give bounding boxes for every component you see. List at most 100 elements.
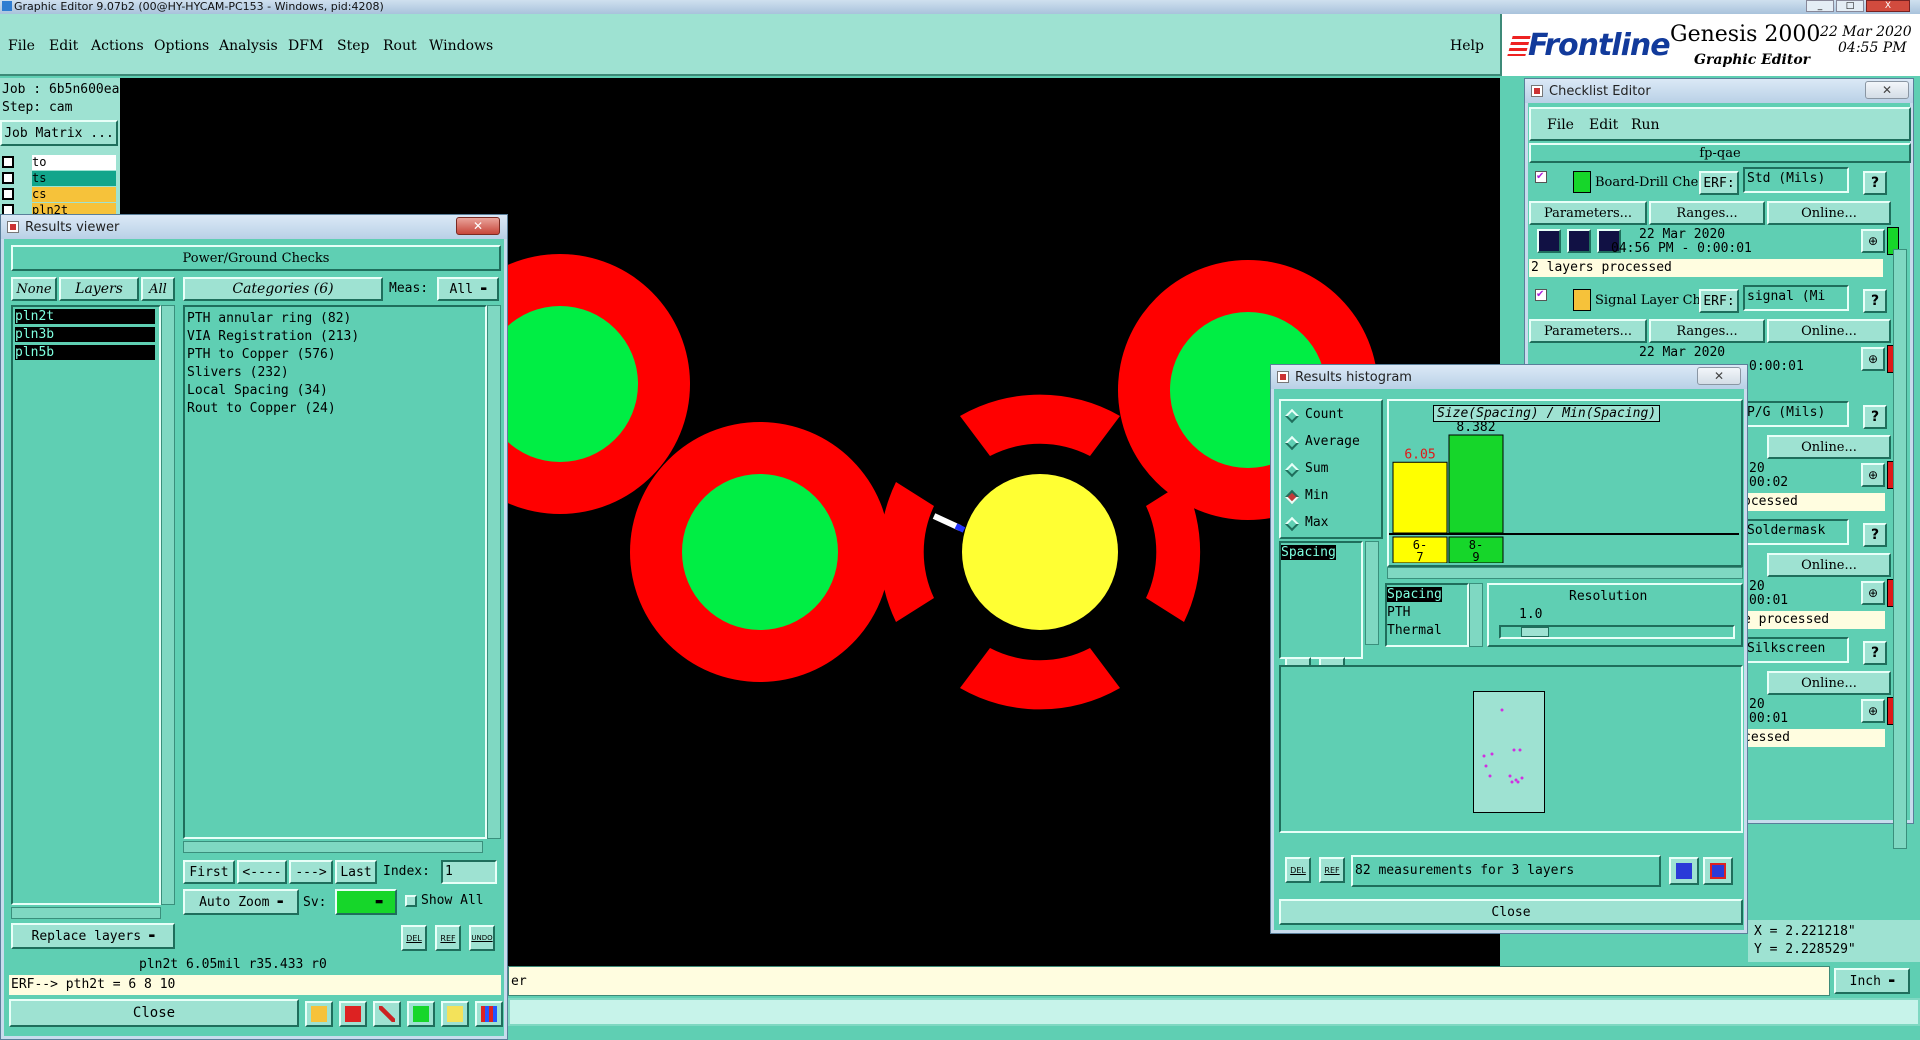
shortcut-icon-1[interactable]	[305, 1001, 333, 1027]
erf-button[interactable]: ERF:	[1699, 171, 1739, 195]
layer-checkbox[interactable]	[2, 172, 14, 184]
layers-label-button[interactable]: Layers	[59, 277, 139, 301]
menu-edit[interactable]: Edit	[49, 38, 78, 54]
mode-radio-count[interactable]: Count	[1284, 407, 1381, 427]
check-enabled-icon[interactable]: ✔	[1535, 289, 1547, 301]
menu-help[interactable]: Help	[1450, 38, 1484, 54]
category-item[interactable]: Local Spacing (34)	[187, 383, 328, 398]
help-button[interactable]: ?	[1863, 171, 1887, 195]
category-item[interactable]: PTH annular ring (82)	[187, 311, 351, 326]
results-viewer-close-icon[interactable]: ✕	[456, 217, 500, 235]
layer-item[interactable]: ts	[32, 171, 116, 186]
online-button[interactable]: Online...	[1767, 201, 1891, 225]
zoom-results-icon[interactable]: ⊕	[1861, 229, 1885, 253]
histogram-close-button[interactable]: Close	[1279, 899, 1743, 925]
layers-all-button[interactable]: All	[141, 277, 175, 301]
menu-analysis[interactable]: Analysis	[219, 38, 278, 54]
help-button[interactable]: ?	[1863, 289, 1887, 313]
check-enabled-icon[interactable]: ✔	[1535, 171, 1547, 183]
zoom-results-icon[interactable]: ⊕	[1861, 347, 1885, 371]
shortcut-icon-5[interactable]	[441, 1001, 469, 1027]
zoom-results-icon[interactable]: ⊕	[1861, 699, 1885, 723]
category-item[interactable]: Rout to Copper (24)	[187, 401, 336, 416]
online-button[interactable]: Online...	[1767, 671, 1891, 695]
type-item[interactable]: Thermal	[1387, 623, 1442, 638]
category-item[interactable]: Slivers (232)	[187, 365, 289, 380]
run-icon-2[interactable]	[1567, 229, 1591, 253]
type-item-selected[interactable]: Spacing	[1387, 587, 1442, 602]
layer-result-item[interactable]: pln2t	[15, 309, 155, 324]
online-button[interactable]: Online...	[1767, 553, 1891, 577]
checklist-menu-run[interactable]: Run	[1631, 117, 1660, 133]
command-line[interactable]	[508, 998, 1920, 1026]
help-button[interactable]: ?	[1863, 405, 1887, 429]
categories-scrollbar[interactable]	[487, 305, 501, 839]
type-item[interactable]: PTH	[1387, 605, 1410, 620]
parameters-button[interactable]: Parameters...	[1529, 201, 1647, 225]
categories-label-button[interactable]: Categories (6)	[183, 277, 383, 301]
category-item[interactable]: PTH to Copper (576)	[187, 347, 336, 362]
checklist-scrollbar[interactable]	[1893, 249, 1907, 849]
layers-hscrollbar[interactable]	[11, 907, 161, 919]
menu-rout[interactable]: Rout	[383, 38, 417, 54]
menu-windows[interactable]: Windows	[429, 38, 493, 54]
layer-item[interactable]: to	[32, 155, 116, 170]
type-list-scrollbar[interactable]	[1365, 541, 1379, 645]
menu-options[interactable]: Options	[154, 38, 209, 54]
ranges-button[interactable]: Ranges...	[1649, 201, 1765, 225]
parameters-button[interactable]: Parameters...	[1529, 319, 1647, 343]
histogram-del-button-2[interactable]: DEL	[1285, 857, 1311, 883]
menu-file[interactable]: File	[8, 38, 35, 54]
maximize-button[interactable]: □	[1836, 0, 1864, 12]
checklist-close-icon[interactable]: ✕	[1865, 81, 1909, 99]
layer-checkbox[interactable]	[2, 188, 14, 200]
online-button[interactable]: Online...	[1767, 319, 1891, 343]
histogram-close-icon[interactable]: ✕	[1697, 367, 1741, 385]
erf-button[interactable]: ERF:	[1699, 289, 1739, 313]
zoom-results-icon[interactable]: ⊕	[1861, 581, 1885, 605]
type-list-2-scrollbar[interactable]	[1469, 583, 1483, 647]
layer-checkbox[interactable]	[2, 156, 14, 168]
index-input[interactable]: 1	[441, 860, 497, 884]
chart-icon[interactable]	[475, 1001, 503, 1027]
layer-result-item[interactable]: pln3b	[15, 327, 155, 342]
online-button[interactable]: Online...	[1767, 435, 1891, 459]
histogram-hscrollbar[interactable]	[1387, 567, 1743, 579]
mode-radio-average[interactable]: Average	[1284, 434, 1381, 454]
shortcut-icon-2[interactable]	[339, 1001, 367, 1027]
shortcut-icon-3[interactable]	[373, 1001, 401, 1027]
undo-button[interactable]: UNDO	[469, 925, 495, 951]
first-button[interactable]: First	[183, 860, 235, 884]
next-button[interactable]: --->	[289, 860, 333, 884]
close-window-button[interactable]: X	[1866, 0, 1910, 12]
zoom-results-icon[interactable]: ⊕	[1861, 463, 1885, 487]
ranges-button[interactable]: Ranges...	[1649, 319, 1765, 343]
results-close-button[interactable]: Close	[9, 999, 299, 1027]
run-icon-1[interactable]	[1537, 229, 1561, 253]
slider-thumb[interactable]	[1521, 627, 1549, 637]
layer-result-item[interactable]: pln5b	[15, 345, 155, 360]
menu-step[interactable]: Step	[337, 38, 369, 54]
layers-none-button[interactable]: None	[11, 277, 57, 301]
category-item[interactable]: VIA Registration (213)	[187, 329, 359, 344]
mode-radio-sum[interactable]: Sum	[1284, 461, 1381, 481]
job-matrix-button[interactable]: Job Matrix ...	[0, 120, 118, 146]
checklist-menu-edit[interactable]: Edit	[1589, 117, 1618, 133]
replace-layers-dropdown[interactable]: Replace layers ▬	[11, 923, 175, 949]
histogram-ref-button-2[interactable]: REF	[1319, 857, 1345, 883]
meas-dropdown[interactable]: All ▬	[437, 277, 499, 301]
layers-scrollbar[interactable]	[161, 305, 175, 905]
auto-zoom-dropdown[interactable]: Auto Zoom ▬	[183, 889, 299, 915]
mode-radio-min[interactable]: Min	[1284, 488, 1381, 508]
export-icon-2[interactable]	[1703, 857, 1733, 885]
checklist-menu-file[interactable]: File	[1547, 117, 1574, 133]
menu-dfm[interactable]: DFM	[288, 38, 323, 54]
help-button[interactable]: ?	[1863, 523, 1887, 547]
shortcut-icon-4[interactable]	[407, 1001, 435, 1027]
ref-button[interactable]: REF	[435, 925, 461, 951]
resolution-slider[interactable]	[1499, 625, 1735, 639]
menu-actions[interactable]: Actions	[91, 38, 144, 54]
del-button[interactable]: DEL	[401, 925, 427, 951]
help-button[interactable]: ?	[1863, 641, 1887, 665]
prev-button[interactable]: <----	[237, 860, 287, 884]
